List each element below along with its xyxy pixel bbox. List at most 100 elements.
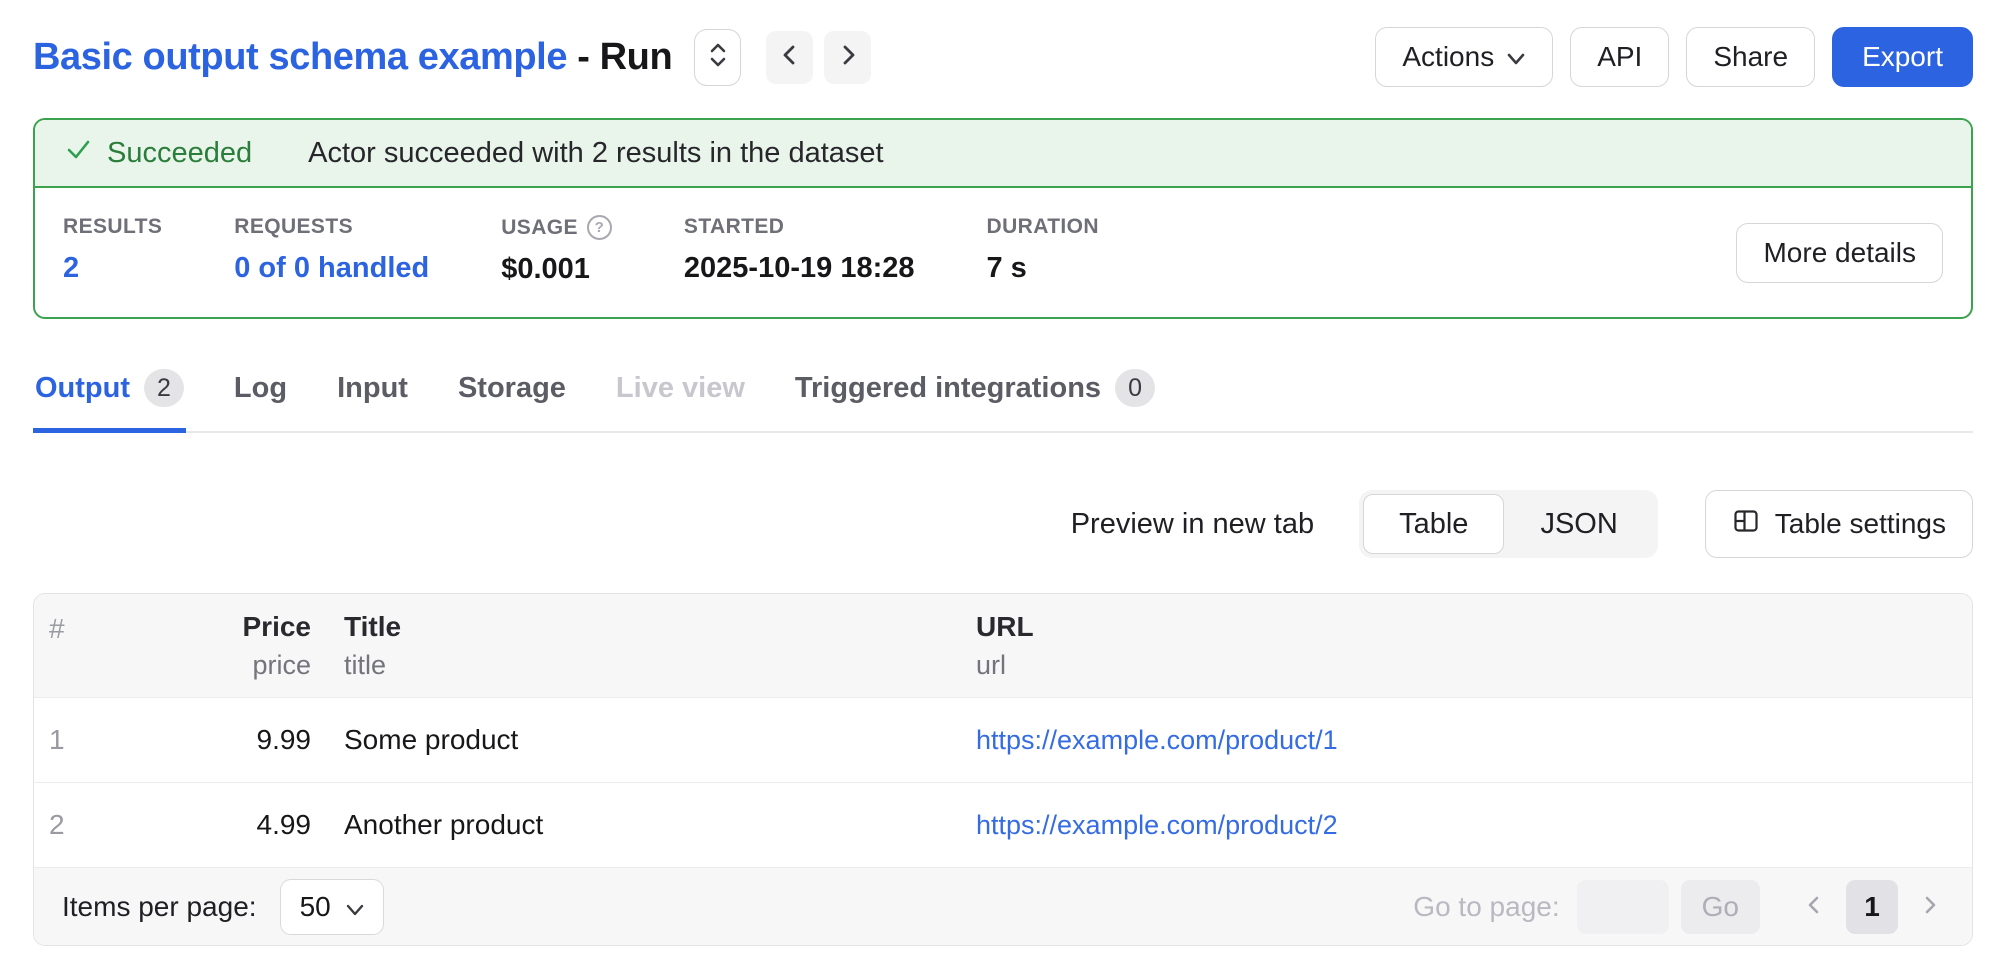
- stat-requests-value[interactable]: 0 of 0 handled: [234, 252, 429, 285]
- actor-title-link[interactable]: Basic output schema example: [33, 36, 567, 78]
- table-settings-button[interactable]: Table settings: [1705, 490, 1973, 558]
- stat-results: RESULTS 2: [63, 215, 162, 286]
- title-group: Basic output schema example - Run: [33, 29, 871, 86]
- row-url-link[interactable]: https://example.com/product/2: [976, 810, 1338, 840]
- items-per-page: Items per page: 50: [62, 879, 384, 935]
- next-run-button[interactable]: [824, 31, 871, 84]
- stat-usage-label-text: USAGE: [501, 216, 578, 240]
- api-button[interactable]: API: [1570, 27, 1669, 87]
- tab-storage[interactable]: Storage: [456, 369, 568, 433]
- row-title: Another product: [311, 809, 976, 841]
- next-page-button[interactable]: [1916, 889, 1944, 924]
- stat-usage: USAGE ? $0.001: [501, 215, 612, 286]
- run-status-card: Succeeded Actor succeeded with 2 results…: [33, 118, 1973, 319]
- tab-triggered-integrations-label: Triggered integrations: [795, 372, 1101, 405]
- column-header-title: Title title: [311, 611, 976, 681]
- column-url-sub: url: [976, 650, 1972, 681]
- stat-started-value: 2025-10-19 18:28: [684, 252, 915, 285]
- stat-results-label: RESULTS: [63, 215, 162, 239]
- top-action-buttons: Actions API Share Export: [1375, 27, 1973, 87]
- tab-output[interactable]: Output 2: [33, 369, 186, 433]
- stat-duration-value: 7 s: [987, 252, 1099, 285]
- results-table: # Price price Title title URL url 1 9.99…: [33, 593, 1973, 946]
- tab-triggered-integrations[interactable]: Triggered integrations 0: [793, 369, 1157, 433]
- tab-log[interactable]: Log: [232, 369, 289, 433]
- row-url-link[interactable]: https://example.com/product/1: [976, 725, 1338, 755]
- current-page-button[interactable]: 1: [1846, 880, 1898, 934]
- stat-usage-value: $0.001: [501, 253, 612, 286]
- run-detail-page: Basic output schema example - Run Action…: [0, 0, 2004, 978]
- view-mode-toggle: Table JSON: [1359, 490, 1658, 558]
- run-stats: RESULTS 2 REQUESTS 0 of 0 handled USAGE …: [35, 188, 1971, 317]
- tab-live-view: Live view: [614, 369, 747, 433]
- tab-output-badge: 2: [144, 369, 184, 407]
- column-index-title: #: [49, 613, 167, 645]
- more-details-button[interactable]: More details: [1736, 223, 1943, 283]
- column-index-sub: [49, 652, 167, 679]
- table-settings-icon: [1732, 507, 1760, 542]
- stat-started-label: STARTED: [684, 215, 915, 239]
- row-price: 9.99: [167, 724, 311, 756]
- chevron-left-icon: [1804, 893, 1824, 920]
- row-index: 2: [34, 809, 167, 841]
- go-to-page-input[interactable]: [1577, 880, 1669, 934]
- row-url-cell: https://example.com/product/1: [976, 724, 1972, 756]
- items-per-page-label: Items per page:: [62, 891, 257, 923]
- view-toggle-json[interactable]: JSON: [1504, 494, 1653, 554]
- column-header-price: Price price: [167, 611, 311, 681]
- row-price: 4.99: [167, 809, 311, 841]
- column-header-url: URL url: [976, 611, 1972, 681]
- status-badge: Succeeded: [107, 137, 252, 170]
- run-selector-button[interactable]: [694, 29, 741, 86]
- column-price-sub: price: [167, 650, 311, 681]
- column-price-title: Price: [167, 611, 311, 643]
- stat-duration-label: DURATION: [987, 215, 1099, 239]
- row-url-cell: https://example.com/product/2: [976, 809, 1972, 841]
- chevron-right-icon: [1920, 893, 1940, 920]
- go-button[interactable]: Go: [1681, 880, 1760, 934]
- usage-help-icon[interactable]: ?: [587, 215, 612, 240]
- column-title-sub: title: [344, 650, 976, 681]
- tab-input-label: Input: [337, 372, 408, 405]
- stat-started: STARTED 2025-10-19 18:28: [684, 215, 915, 286]
- table-pagination-bar: Items per page: 50 Go to page: Go 1: [34, 867, 1972, 945]
- up-down-chevrons-icon: [708, 41, 728, 74]
- tab-live-view-label: Live view: [616, 372, 745, 405]
- stat-requests-label: REQUESTS: [234, 215, 429, 239]
- title-run-suffix: - Run: [567, 36, 672, 78]
- check-icon: [63, 134, 93, 172]
- table-header-row: # Price price Title title URL url: [34, 594, 1972, 697]
- view-toggle-table[interactable]: Table: [1363, 494, 1504, 554]
- share-button[interactable]: Share: [1686, 27, 1815, 87]
- chevron-left-icon: [779, 44, 801, 71]
- actions-dropdown-button[interactable]: Actions: [1375, 27, 1553, 87]
- items-per-page-value: 50: [300, 891, 331, 923]
- export-button[interactable]: Export: [1832, 27, 1973, 87]
- page-title: Basic output schema example - Run: [33, 36, 672, 79]
- pager: Go to page: Go 1: [1413, 880, 1944, 934]
- tab-input[interactable]: Input: [335, 369, 410, 433]
- column-title-title: Title: [344, 611, 976, 643]
- previous-page-button[interactable]: [1800, 889, 1828, 924]
- stat-results-value[interactable]: 2: [63, 252, 162, 285]
- status-message: Actor succeeded with 2 results in the da…: [308, 137, 883, 170]
- stat-requests: REQUESTS 0 of 0 handled: [234, 215, 429, 286]
- stat-usage-label: USAGE ?: [501, 215, 612, 240]
- previous-run-button[interactable]: [766, 31, 813, 84]
- actions-label: Actions: [1402, 41, 1494, 73]
- table-row: 2 4.99 Another product https://example.c…: [34, 782, 1972, 867]
- chevron-down-icon: [1506, 41, 1526, 73]
- tab-log-label: Log: [234, 372, 287, 405]
- status-banner: Succeeded Actor succeeded with 2 results…: [35, 120, 1971, 188]
- row-title: Some product: [311, 724, 976, 756]
- column-url-title: URL: [976, 611, 1972, 643]
- tab-storage-label: Storage: [458, 372, 566, 405]
- preview-in-new-tab-link[interactable]: Preview in new tab: [1071, 508, 1314, 541]
- stat-duration: DURATION 7 s: [987, 215, 1099, 286]
- go-to-page-label: Go to page:: [1413, 891, 1559, 923]
- row-index: 1: [34, 724, 167, 756]
- items-per-page-select[interactable]: 50: [280, 879, 384, 935]
- run-tabs: Output 2 Log Input Storage Live view Tri…: [33, 369, 1973, 433]
- topbar: Basic output schema example - Run Action…: [33, 26, 1973, 88]
- output-toolbar: Preview in new tab Table JSON Table sett…: [33, 490, 1973, 558]
